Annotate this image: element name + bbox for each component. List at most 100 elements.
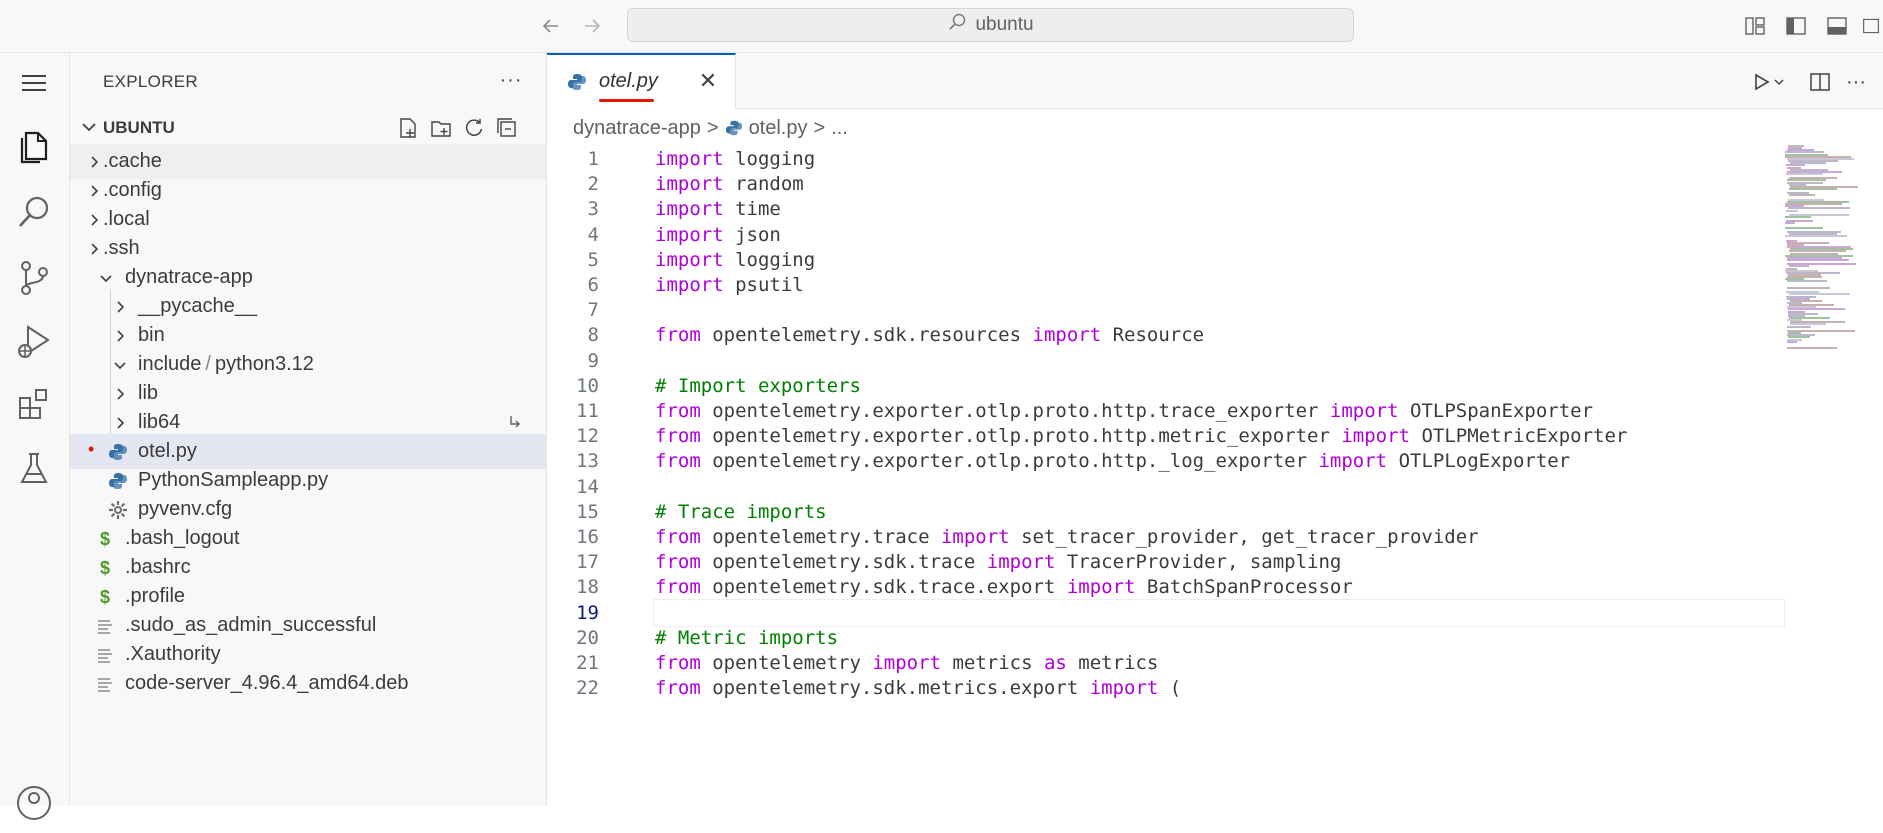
command-center-label: ubuntu [975, 14, 1034, 35]
minimap-line [1785, 235, 1847, 238]
split-editor-icon[interactable] [1807, 69, 1833, 95]
explorer-sidebar: EXPLORER ··· UBUNTU .cache .config .loca… [70, 53, 547, 806]
line-source: from opentelemetry.sdk.trace.export impo… [655, 576, 1353, 599]
collapse-all-icon[interactable] [495, 116, 519, 140]
explorer-icon[interactable] [0, 115, 68, 175]
minimap-line [1787, 340, 1797, 343]
breadcrumb-file[interactable]: otel.py [749, 117, 808, 140]
line-source: # Metric imports [655, 626, 839, 649]
minimap-line [1789, 188, 1837, 190]
line-number: 12 [576, 425, 599, 448]
workspace-header[interactable]: UBUNTU [70, 110, 546, 144]
search-icon [947, 12, 967, 38]
minimap-line [1785, 215, 1811, 218]
line-source: import random [655, 173, 804, 196]
more-actions-icon[interactable]: ··· [1843, 69, 1869, 95]
line-number: 21 [576, 652, 599, 674]
tree-item-label: .profile [125, 585, 186, 607]
minimap[interactable] [1783, 145, 1883, 806]
refresh-icon[interactable] [462, 116, 486, 140]
line-source: import json [655, 223, 781, 246]
breadcrumb-separator: > [706, 116, 719, 139]
editor-tabs: otel.py ✕ ··· [547, 53, 1883, 109]
source-control-icon[interactable] [0, 248, 68, 308]
tree-item-label: __pycache__ [138, 295, 257, 317]
toggle-secondary-sidebar-icon[interactable] [1862, 14, 1880, 38]
line-source: import psutil [655, 274, 804, 296]
workspace-name: UBUNTU [103, 118, 175, 137]
new-file-icon[interactable] [396, 116, 420, 140]
shell-file-icon: $ [99, 528, 110, 549]
minimap-line [1786, 209, 1798, 212]
tree-item-label: otel.py [138, 440, 197, 462]
minimap-line [1787, 347, 1837, 350]
python-file-icon [725, 119, 743, 137]
tree-file-code-server-deb[interactable]: code-server_4.96.4_amd64.deb [70, 666, 546, 701]
breadcrumb-symbols[interactable]: ... [831, 117, 848, 140]
python-file-icon [108, 471, 128, 491]
line-number: 10 [576, 374, 599, 397]
testing-icon[interactable] [0, 438, 68, 498]
tree-item-label: pyvenv.cfg [138, 498, 233, 520]
line-source: import logging [655, 148, 816, 170]
line-source: from opentelemetry import metrics as met… [655, 652, 1159, 674]
search-view-icon[interactable] [0, 183, 68, 243]
toggle-panel-icon[interactable] [1825, 14, 1849, 38]
line-source: from opentelemetry.sdk.trace import Trac… [655, 551, 1342, 574]
shell-file-icon: $ [99, 557, 110, 578]
line-number: 3 [587, 198, 599, 221]
gear-icon [108, 500, 128, 520]
chevron-down-icon [100, 275, 112, 283]
breadcrumb-folder[interactable]: dynatrace-app [573, 117, 701, 140]
text-file-icon [95, 674, 115, 694]
chevron-right-icon [91, 214, 99, 226]
line-source: import logging [655, 248, 816, 271]
close-icon[interactable]: ✕ [697, 68, 719, 93]
chevron-right-icon [117, 330, 125, 342]
line-source: from opentelemetry.exporter.otlp.proto.h… [655, 450, 1571, 473]
line-number: 7 [587, 299, 599, 322]
shell-file-icon: $ [99, 586, 110, 607]
python-file-icon [108, 442, 128, 462]
chevron-right-icon [91, 185, 99, 197]
line-source: from opentelemetry.exporter.otlp.proto.h… [655, 400, 1594, 422]
line-number: 13 [576, 450, 599, 473]
more-actions-icon[interactable]: ··· [496, 67, 526, 93]
tree-item-label: dynatrace-app [125, 266, 253, 288]
editor-area: otel.py ✕ ··· dynatrace-app > otel.py > … [547, 53, 1883, 806]
python-file-icon [567, 72, 587, 97]
current-line-highlight [653, 598, 1785, 627]
arrow-right-icon[interactable] [578, 12, 606, 40]
tree-item-label: lib [138, 382, 159, 404]
extensions-icon[interactable] [0, 374, 68, 434]
run-and-debug-icon[interactable] [0, 311, 68, 371]
customize-layout-icon[interactable] [1743, 14, 1767, 38]
toggle-primary-sidebar-icon[interactable] [1784, 14, 1808, 38]
text-file-icon [95, 616, 115, 636]
minimap-line [1786, 172, 1823, 175]
breadcrumb-separator: > [813, 116, 826, 139]
activity-bar [0, 53, 70, 820]
explorer-title: EXPLORER [103, 72, 198, 91]
code-line[interactable]: 22 from opentelemetry.sdk.metrics.export … [547, 674, 1787, 704]
breadcrumb: dynatrace-app > otel.py > ... [573, 113, 848, 143]
arrow-left-icon[interactable] [537, 12, 565, 40]
chevron-down-icon [78, 116, 100, 138]
tab-otel-py[interactable]: otel.py ✕ [547, 53, 736, 109]
line-source: from opentelemetry.trace import set_trac… [655, 526, 1479, 548]
tree-item-label: .cache [103, 150, 162, 172]
line-source: # Import exporters [655, 374, 861, 397]
command-center-search[interactable]: ubuntu [627, 8, 1354, 42]
menu-icon[interactable] [0, 53, 68, 113]
tree-item-label: .bash_logout [125, 527, 240, 549]
tree-item-label: include / python3.12 [138, 353, 314, 375]
new-folder-icon[interactable] [429, 116, 453, 140]
chevron-down-icon[interactable] [1771, 69, 1787, 95]
line-number: 22 [576, 677, 599, 700]
tree-item-label: .sudo_as_admin_successful [125, 614, 377, 636]
text-file-icon [95, 645, 115, 665]
minimap-line [1787, 258, 1849, 261]
tree-item-label: .bashrc [125, 556, 191, 578]
accounts-icon[interactable] [0, 773, 68, 833]
line-source: # Trace imports [655, 500, 827, 523]
